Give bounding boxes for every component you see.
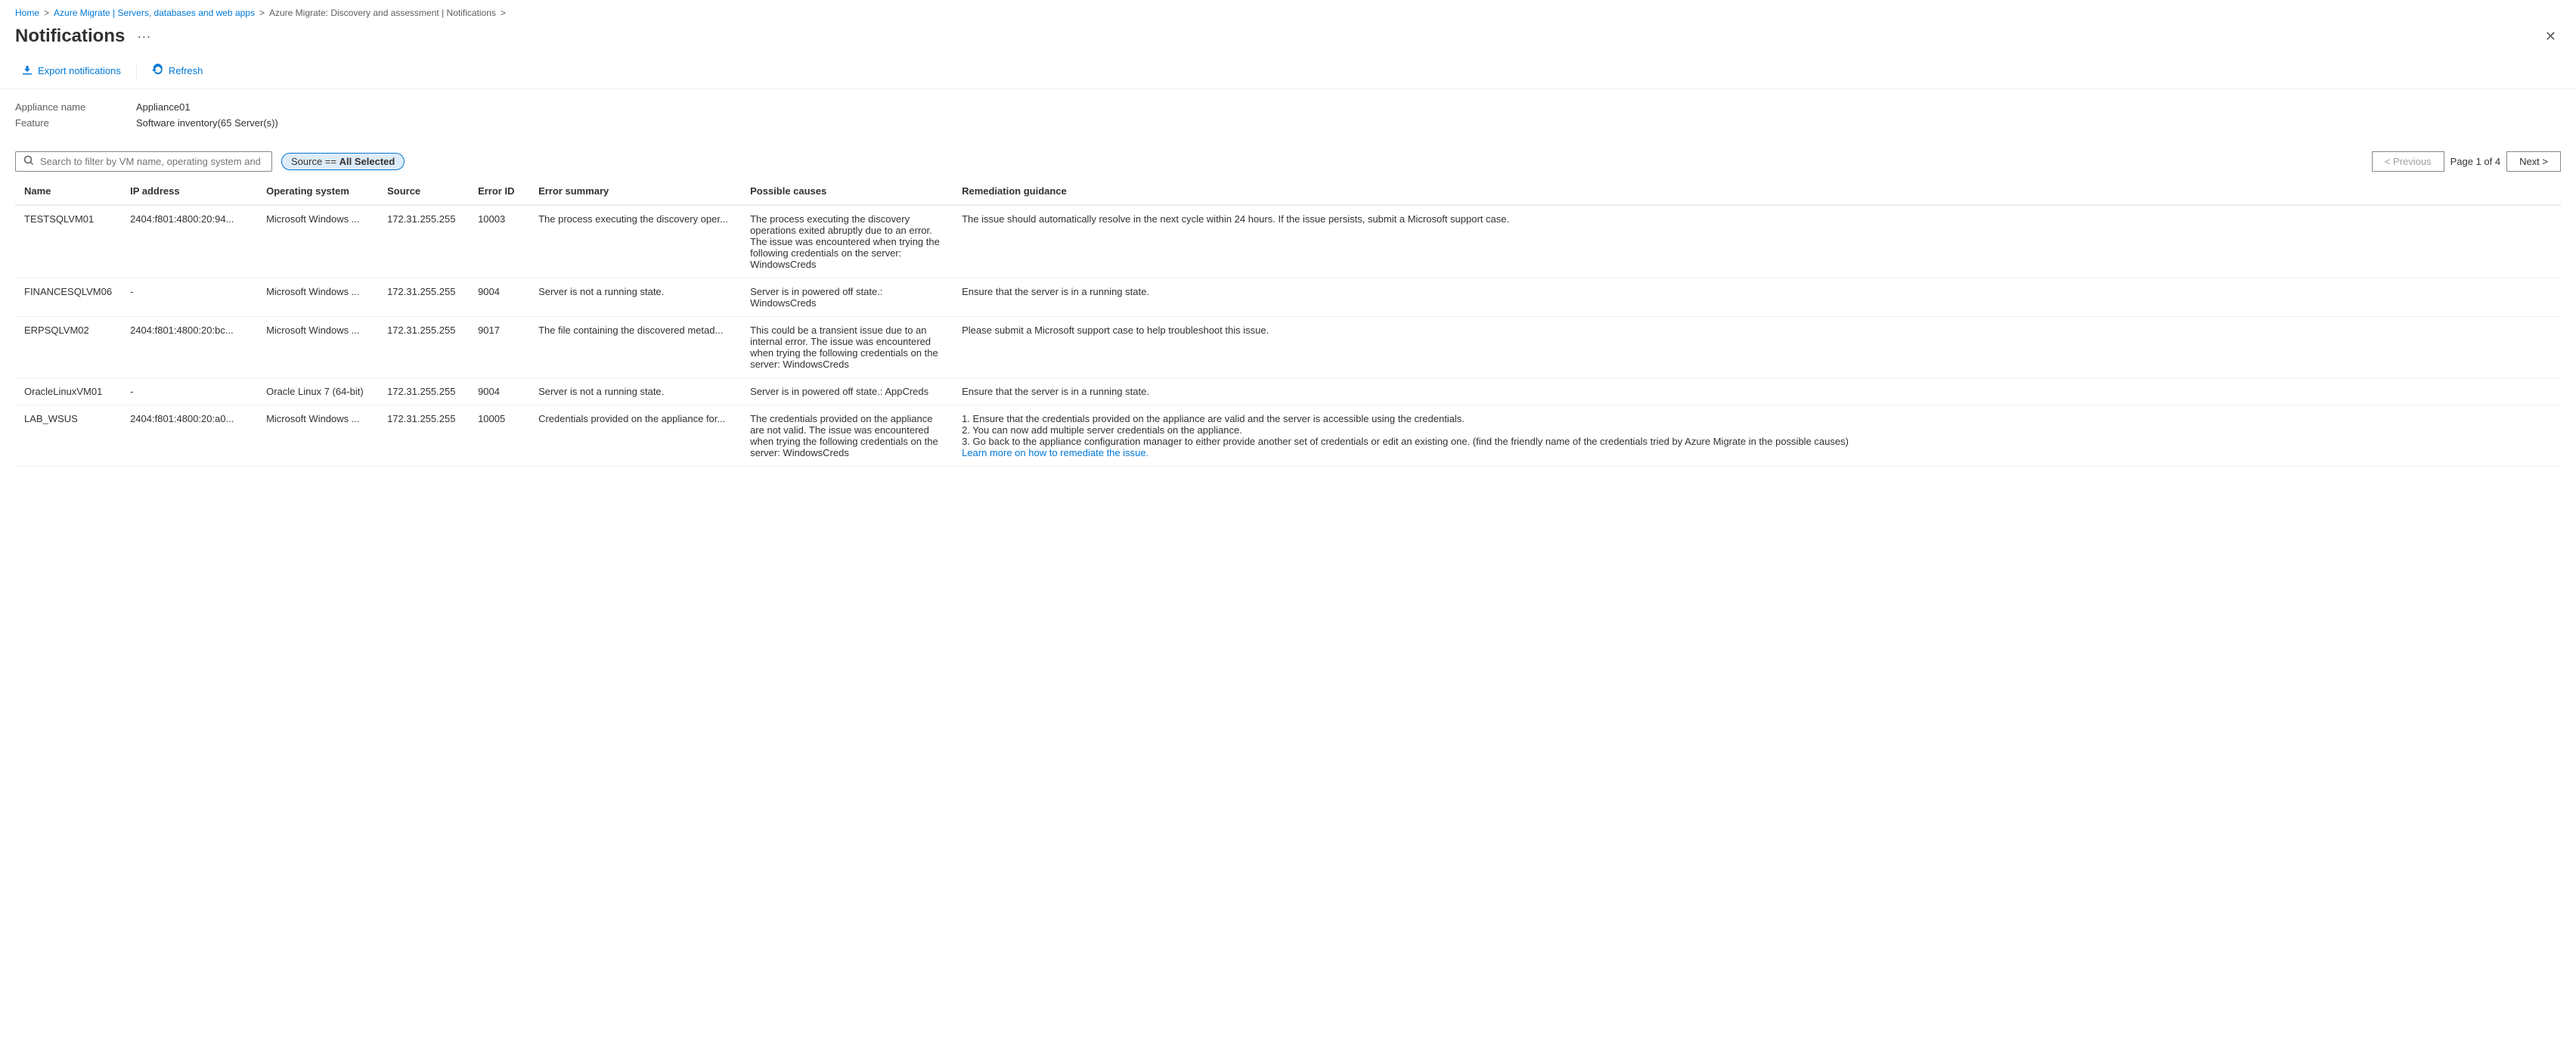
cell-errorsummary: Server is not a running state. xyxy=(529,278,741,317)
cell-name: TESTSQLVM01 xyxy=(15,205,121,278)
cell-os: Oracle Linux 7 (64-bit) xyxy=(257,378,378,405)
source-value: All Selected xyxy=(339,156,395,167)
cell-os: Microsoft Windows ... xyxy=(257,405,378,467)
appliance-name-value: Appliance01 xyxy=(136,101,191,113)
cell-causes: Server is in powered off state.: Windows… xyxy=(741,278,953,317)
col-header-errorid: Error ID xyxy=(469,178,529,205)
cell-remediation: The issue should automatically resolve i… xyxy=(953,205,2561,278)
table-row: FINANCESQLVM06-Microsoft Windows ...172.… xyxy=(15,278,2561,317)
toolbar-separator xyxy=(136,64,137,79)
appliance-name-row: Appliance name Appliance01 xyxy=(15,101,2561,113)
pagination: < Previous Page 1 of 4 Next > xyxy=(2372,151,2561,172)
source-badge[interactable]: Source == All Selected xyxy=(281,153,405,170)
close-button[interactable]: ✕ xyxy=(2540,27,2561,46)
refresh-button[interactable]: Refresh xyxy=(146,61,209,81)
cell-name: ERPSQLVM02 xyxy=(15,317,121,378)
cell-source: 172.31.255.255 xyxy=(378,205,469,278)
cell-errorid: 9004 xyxy=(469,378,529,405)
cell-source: 172.31.255.255 xyxy=(378,378,469,405)
breadcrumb: Home > Azure Migrate | Servers, database… xyxy=(0,0,2576,23)
learn-more-link[interactable]: Learn more on how to remediate the issue… xyxy=(962,447,1149,458)
cell-errorid: 10003 xyxy=(469,205,529,278)
table-container: Name IP address Operating system Source … xyxy=(0,178,2576,467)
table-header: Name IP address Operating system Source … xyxy=(15,178,2561,205)
page-header: Notifications ··· ✕ xyxy=(0,23,2576,54)
feature-value: Software inventory(65 Server(s)) xyxy=(136,117,278,129)
breadcrumb-home[interactable]: Home xyxy=(15,8,39,18)
cell-name: OracleLinuxVM01 xyxy=(15,378,121,405)
col-header-source: Source xyxy=(378,178,469,205)
notifications-table: Name IP address Operating system Source … xyxy=(15,178,2561,467)
cell-errorsummary: The file containing the discovered metad… xyxy=(529,317,741,378)
cell-os: Microsoft Windows ... xyxy=(257,317,378,378)
cell-source: 172.31.255.255 xyxy=(378,278,469,317)
toolbar: Export notifications Refresh xyxy=(0,54,2576,89)
meta-section: Appliance name Appliance01 Feature Softw… xyxy=(0,89,2576,145)
cell-source: 172.31.255.255 xyxy=(378,405,469,467)
col-header-causes: Possible causes xyxy=(741,178,953,205)
previous-button[interactable]: < Previous xyxy=(2372,151,2444,172)
col-header-name: Name xyxy=(15,178,121,205)
feature-label: Feature xyxy=(15,117,136,129)
appliance-name-label: Appliance name xyxy=(15,101,136,113)
search-box[interactable] xyxy=(15,151,272,172)
cell-ip: 2404:f801:4800:20:a0... xyxy=(121,405,257,467)
breadcrumb-current: Azure Migrate: Discovery and assessment … xyxy=(269,8,496,18)
cell-errorsummary: Credentials provided on the appliance fo… xyxy=(529,405,741,467)
cell-name: FINANCESQLVM06 xyxy=(15,278,121,317)
download-icon xyxy=(21,64,33,78)
cell-name: LAB_WSUS xyxy=(15,405,121,467)
search-icon xyxy=(23,155,34,168)
cell-errorsummary: Server is not a running state. xyxy=(529,378,741,405)
cell-os: Microsoft Windows ... xyxy=(257,278,378,317)
search-input[interactable] xyxy=(40,156,264,167)
cell-os: Microsoft Windows ... xyxy=(257,205,378,278)
export-label: Export notifications xyxy=(38,65,121,76)
cell-causes: The credentials provided on the applianc… xyxy=(741,405,953,467)
table-body: TESTSQLVM012404:f801:4800:20:94...Micros… xyxy=(15,205,2561,467)
table-row: ERPSQLVM022404:f801:4800:20:bc...Microso… xyxy=(15,317,2561,378)
cell-causes: Server is in powered off state.: AppCred… xyxy=(741,378,953,405)
cell-errorsummary: The process executing the discovery oper… xyxy=(529,205,741,278)
filter-row: Source == All Selected < Previous Page 1… xyxy=(0,145,2576,178)
col-header-os: Operating system xyxy=(257,178,378,205)
cell-remediation: Please submit a Microsoft support case t… xyxy=(953,317,2561,378)
col-header-ip: IP address xyxy=(121,178,257,205)
cell-ip: 2404:f801:4800:20:bc... xyxy=(121,317,257,378)
table-row: OracleLinuxVM01-Oracle Linux 7 (64-bit)1… xyxy=(15,378,2561,405)
cell-ip: 2404:f801:4800:20:94... xyxy=(121,205,257,278)
cell-causes: This could be a transient issue due to a… xyxy=(741,317,953,378)
cell-ip: - xyxy=(121,378,257,405)
source-prefix: Source == xyxy=(291,156,336,167)
next-button[interactable]: Next > xyxy=(2506,151,2561,172)
cell-remediation: Ensure that the server is in a running s… xyxy=(953,378,2561,405)
col-header-errorsummary: Error summary xyxy=(529,178,741,205)
cell-remediation: 1. Ensure that the credentials provided … xyxy=(953,405,2561,467)
breadcrumb-servers[interactable]: Azure Migrate | Servers, databases and w… xyxy=(54,8,255,18)
cell-remediation: Ensure that the server is in a running s… xyxy=(953,278,2561,317)
source-filter: Source == All Selected xyxy=(281,153,405,170)
cell-ip: - xyxy=(121,278,257,317)
refresh-icon xyxy=(152,64,164,78)
more-options-button[interactable]: ··· xyxy=(132,27,155,46)
cell-errorid: 10005 xyxy=(469,405,529,467)
page-info: Page 1 of 4 xyxy=(2450,156,2501,167)
col-header-remediation: Remediation guidance xyxy=(953,178,2561,205)
cell-source: 172.31.255.255 xyxy=(378,317,469,378)
export-notifications-button[interactable]: Export notifications xyxy=(15,61,127,81)
table-row: LAB_WSUS2404:f801:4800:20:a0...Microsoft… xyxy=(15,405,2561,467)
cell-causes: The process executing the discovery oper… xyxy=(741,205,953,278)
page-title: Notifications xyxy=(15,26,125,47)
table-row: TESTSQLVM012404:f801:4800:20:94...Micros… xyxy=(15,205,2561,278)
cell-errorid: 9004 xyxy=(469,278,529,317)
cell-errorid: 9017 xyxy=(469,317,529,378)
refresh-label: Refresh xyxy=(169,65,203,76)
feature-row: Feature Software inventory(65 Server(s)) xyxy=(15,117,2561,129)
